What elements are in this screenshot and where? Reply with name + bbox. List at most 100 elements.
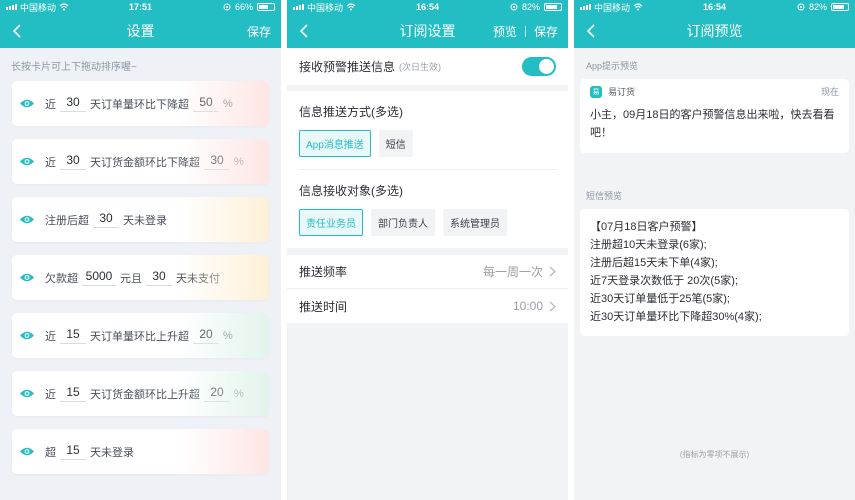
receiver-chip[interactable]: 责任业务员 xyxy=(299,209,363,236)
save-button[interactable]: 保存 xyxy=(247,23,271,40)
receiver-note: (多选) xyxy=(371,184,404,198)
rule-condition: 天订货金额环比下降超 xyxy=(90,156,200,169)
carrier-label: 中国移动 xyxy=(307,2,344,13)
wifi-icon xyxy=(633,3,643,11)
nav-bar: 订阅设置 预览 保存 xyxy=(287,14,568,48)
battery-percent: 82% xyxy=(808,2,827,12)
toggle-knob xyxy=(539,59,554,74)
rule-suffix: % xyxy=(223,329,233,342)
status-bar: 中国移动 16:54 82% xyxy=(287,0,568,14)
carrier-label: 中国移动 xyxy=(594,2,631,13)
chevron-left-icon xyxy=(299,24,308,38)
eye-icon[interactable] xyxy=(19,330,35,341)
time-row[interactable]: 推送时间 10:00 xyxy=(287,289,568,323)
signal-icon xyxy=(6,4,17,10)
signal-icon xyxy=(293,4,304,10)
rule-card[interactable]: 欠款超 5000 元且 30 天未支付 xyxy=(12,255,269,300)
receiver-label: 信息接收对象 xyxy=(299,184,372,198)
receiver-options: 责任业务员 部门负责人 系统管理员 xyxy=(299,199,556,248)
card-decoration xyxy=(179,429,269,474)
battery-icon xyxy=(257,3,275,11)
options-panel: 信息推送方式 (多选) App消息推送 短信 信息接收对象 (多选) 责任业务员部… xyxy=(287,91,568,248)
nav-divider xyxy=(524,25,526,37)
receive-toggle[interactable] xyxy=(522,57,556,76)
frequency-row[interactable]: 推送频率 每一周一次 xyxy=(287,255,568,289)
sms-line: 近7天登录次数低于 20次(5家); xyxy=(590,275,738,287)
location-icon xyxy=(797,3,805,11)
sms-line: 注册后超15天未下单(4家); xyxy=(590,257,718,269)
battery-icon xyxy=(831,3,849,11)
eye-icon[interactable] xyxy=(19,388,35,399)
wifi-icon xyxy=(346,3,356,11)
chevron-left-icon xyxy=(586,24,595,38)
rule-value-input[interactable]: 15 xyxy=(60,443,86,460)
drag-hint: 长按卡片可上下拖动排序喔~ xyxy=(11,62,137,73)
settings-screen: 中国移动 17:51 66% 设置 保存 长按卡片可上下拖动排序喔~ 近 30 天订… xyxy=(0,0,281,500)
eye-icon[interactable] xyxy=(19,446,35,457)
rule-card[interactable]: 近 15 天订货金额环比上升超 20% xyxy=(12,371,269,416)
receiver-title: 信息接收对象 (多选) xyxy=(299,170,556,199)
receiver-chip[interactable]: 部门负责人 xyxy=(371,209,435,236)
rule-card[interactable]: 近 15 天订单量环比上升超 20% xyxy=(12,313,269,358)
rule-value-input[interactable]: 15 xyxy=(60,327,86,344)
rule-value-input[interactable]: 30 xyxy=(60,153,86,170)
status-bar: 中国移动 16:54 82% xyxy=(574,0,855,14)
rule-threshold-input[interactable]: 20 xyxy=(204,385,230,402)
rule-condition: 天订单量环比下降超 xyxy=(90,98,189,111)
rule-suffix: % xyxy=(234,387,244,400)
rule-card[interactable]: 注册后超 30 天未登录 xyxy=(12,197,269,242)
wifi-icon xyxy=(59,3,69,11)
push-method-options: App消息推送 短信 xyxy=(299,120,556,170)
rule-threshold-input[interactable]: 20 xyxy=(193,327,219,344)
eye-icon[interactable] xyxy=(19,272,35,283)
rule-suffix: % xyxy=(234,155,244,168)
location-icon xyxy=(510,3,518,11)
back-button[interactable] xyxy=(287,14,321,48)
carrier: 中国移动 xyxy=(293,1,356,14)
rule-threshold-input[interactable]: 50 xyxy=(193,95,219,112)
rule-threshold-input[interactable]: 30 xyxy=(204,153,230,170)
rule-value-input[interactable]: 30 xyxy=(60,95,86,112)
rule-prefix: 欠款超 xyxy=(45,272,78,285)
eye-icon[interactable] xyxy=(19,156,35,167)
eye-icon[interactable] xyxy=(19,214,35,225)
notification-message: 小主，09月18日的客户预警信息出来啦，快去看看吧！ xyxy=(590,109,835,139)
rule-card[interactable]: 近 30 天订单量环比下降超 50% xyxy=(12,81,269,126)
rule-threshold-input[interactable]: 30 xyxy=(146,269,172,286)
battery-percent: 66% xyxy=(234,2,253,12)
receiver-chip[interactable]: 系统管理员 xyxy=(443,209,507,236)
page-title: 订阅预览 xyxy=(686,23,743,39)
frequency-label: 推送频率 xyxy=(299,265,348,279)
eye-icon[interactable] xyxy=(19,98,35,109)
rule-value-input[interactable]: 30 xyxy=(93,211,119,228)
rule-card[interactable]: 近 30 天订货金额环比下降超 30% xyxy=(12,139,269,184)
rule-prefix: 超 xyxy=(45,446,56,459)
rule-suffix: % xyxy=(223,97,233,110)
app-notification-preview: 易 易订货 现在 小主，09月18日的客户预警信息出来啦，快去看看吧！ xyxy=(580,79,849,153)
page-title: 设置 xyxy=(126,23,155,39)
carrier: 中国移动 xyxy=(580,1,643,14)
push-method-chip[interactable]: 短信 xyxy=(378,130,413,157)
back-button[interactable] xyxy=(574,14,608,48)
back-button[interactable] xyxy=(0,14,34,48)
status-bar: 中国移动 17:51 66% xyxy=(0,0,281,14)
sms-line: 【07月18日客户预警】 xyxy=(590,221,703,233)
rule-value-input[interactable]: 5000 xyxy=(82,269,116,286)
save-button[interactable]: 保存 xyxy=(534,23,558,40)
receive-label: 接收预警推送信息 xyxy=(299,60,396,74)
battery-icon xyxy=(544,3,562,11)
preview-footnote: (指标为零项不展示) xyxy=(679,450,750,459)
push-method-chip[interactable]: App消息推送 xyxy=(299,130,371,157)
subscription-settings-screen: 中国移动 16:54 82% 订阅设置 预览 保存 接收预警推送信息 (次日生效… xyxy=(287,0,568,500)
rule-card[interactable]: 超 15 天未登录 xyxy=(12,429,269,474)
rule-condition: 天未登录 xyxy=(123,214,167,227)
location-icon xyxy=(223,3,231,11)
nav-bar: 设置 保存 xyxy=(0,14,281,48)
sms-line: 近30天订单量环比下降超30%(4家); xyxy=(590,311,762,323)
rule-value-input[interactable]: 15 xyxy=(60,385,86,402)
rule-suffix: 天未支付 xyxy=(176,272,220,285)
rule-prefix: 近 xyxy=(45,156,56,169)
time-label: 推送时间 xyxy=(299,299,348,314)
sms-line: 注册超10天未登录(6家); xyxy=(590,239,707,251)
preview-button[interactable]: 预览 xyxy=(493,23,517,40)
